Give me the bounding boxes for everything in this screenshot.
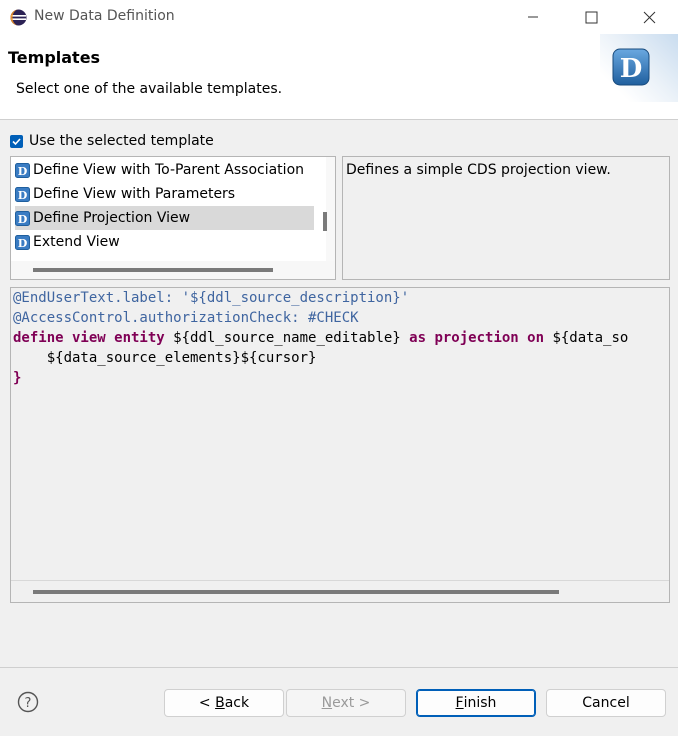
code-line: } (13, 370, 22, 386)
next-button[interactable]: Next > (286, 689, 406, 717)
list-vertical-scroll-thumb[interactable] (323, 212, 327, 231)
back-button[interactable]: < Back (164, 689, 284, 717)
ddl-source-icon: D (15, 162, 30, 178)
minimize-icon (528, 16, 538, 18)
help-icon[interactable]: ? (17, 691, 39, 713)
close-icon (643, 11, 655, 23)
use-template-checkbox[interactable]: Use the selected template (10, 133, 214, 149)
code-horizontal-scroll-thumb[interactable] (33, 590, 559, 594)
template-description: Defines a simple CDS projection view. (346, 162, 611, 178)
ddl-source-icon: D (15, 234, 30, 250)
code-line: @AccessControl.authorizationCheck: #CHEC… (13, 310, 359, 326)
list-vertical-scrollbar[interactable] (326, 157, 335, 261)
list-horizontal-scroll-thumb[interactable] (33, 268, 273, 272)
maximize-button[interactable] (562, 0, 620, 34)
list-item-selected[interactable]: D Define Projection View (15, 206, 314, 230)
use-template-label: Use the selected template (29, 133, 214, 149)
code-line: define view entity ${ddl_source_name_edi… (13, 330, 629, 346)
template-code-preview[interactable]: @EndUserText.label: '${ddl_source_descri… (10, 287, 670, 603)
header-separator (0, 119, 678, 120)
wizard-header: Templates Select one of the available te… (0, 34, 678, 120)
data-definition-logo-icon: D (612, 48, 650, 86)
page-title: Templates (8, 48, 101, 67)
svg-text:?: ? (25, 696, 32, 711)
list-item[interactable]: D Define View with Parameters (15, 182, 314, 206)
svg-text:D: D (18, 237, 28, 250)
cancel-button[interactable]: Cancel (546, 689, 666, 717)
code-line: ${data_source_elements}${cursor} (13, 350, 317, 366)
svg-text:D: D (18, 213, 28, 226)
window-title: New Data Definition (34, 8, 175, 24)
list-item[interactable]: D Define View with To-Parent Association (15, 158, 314, 182)
title-bar: New Data Definition (0, 0, 678, 34)
page-description: Select one of the available templates. (16, 81, 283, 97)
maximize-icon (585, 11, 597, 23)
footer-separator (0, 667, 678, 668)
list-item[interactable]: D Extend View (15, 230, 314, 254)
eclipse-app-icon (10, 9, 27, 26)
svg-text:D: D (620, 54, 643, 84)
svg-text:D: D (18, 165, 28, 178)
ddl-source-icon: D (15, 210, 30, 226)
close-button[interactable] (620, 0, 678, 34)
checkbox-checked-icon[interactable] (10, 134, 23, 148)
minimize-button[interactable] (504, 0, 562, 34)
svg-text:D: D (18, 189, 28, 202)
template-list[interactable]: D Define View with To-Parent Association… (10, 156, 336, 280)
ddl-source-icon: D (15, 186, 30, 202)
finish-button[interactable]: Finish (416, 689, 536, 717)
template-description-pane: Defines a simple CDS projection view. (342, 156, 670, 280)
code-line: @EndUserText.label: '${ddl_source_descri… (13, 290, 410, 306)
